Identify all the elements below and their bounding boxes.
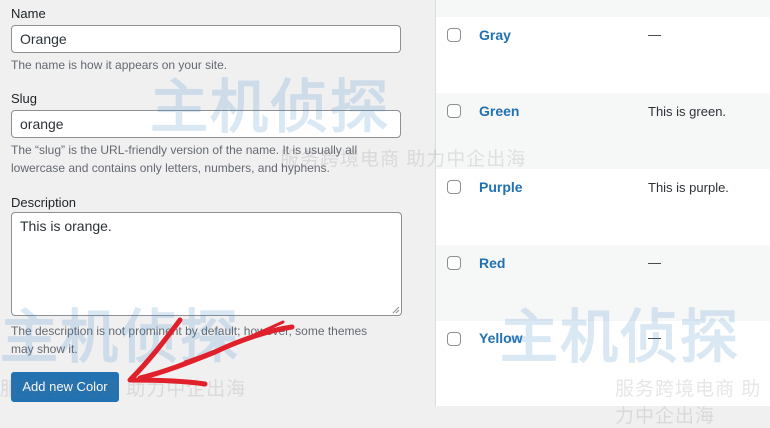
slug-label: Slug: [11, 91, 38, 106]
slug-help-text: The “slug” is the URL-friendly version o…: [11, 143, 358, 175]
description-help-text: The description is not prominent by defa…: [11, 324, 368, 356]
resize-grip-icon[interactable]: [392, 306, 400, 314]
description-label: Description: [11, 195, 77, 210]
slug-input[interactable]: [11, 110, 401, 138]
term-name-link[interactable]: Green: [479, 103, 519, 119]
table-row: Purple This is purple.: [436, 169, 770, 245]
term-description: This is green.: [648, 104, 727, 119]
table-row: Red —: [436, 245, 770, 321]
description-textarea[interactable]: This is orange.: [11, 212, 402, 316]
add-term-form: Name The name is how it appears on your …: [0, 0, 435, 406]
table-row-top-spacer: [436, 0, 770, 17]
term-description: —: [648, 255, 661, 270]
table-row: Green This is green.: [436, 93, 770, 169]
term-name-link[interactable]: Yellow: [479, 330, 523, 346]
term-description: —: [648, 27, 661, 42]
table-row: Yellow —: [436, 321, 770, 406]
checkbox-icon[interactable]: [447, 104, 461, 118]
checkbox-icon[interactable]: [447, 28, 461, 42]
table-row: Gray —: [436, 17, 770, 93]
checkbox-icon[interactable]: [447, 256, 461, 270]
term-name-link[interactable]: Gray: [479, 27, 511, 43]
term-name-link[interactable]: Purple: [479, 179, 523, 195]
checkbox-icon[interactable]: [447, 180, 461, 194]
terms-table: Gray — Green This is green. Purple This …: [435, 0, 770, 406]
term-description: This is purple.: [648, 180, 729, 195]
name-help-text: The name is how it appears on your site.: [11, 58, 228, 72]
add-new-color-button[interactable]: Add new Color: [11, 372, 119, 402]
checkbox-icon[interactable]: [447, 332, 461, 346]
name-input[interactable]: [11, 25, 401, 53]
term-name-link[interactable]: Red: [479, 255, 505, 271]
name-label: Name: [11, 6, 46, 21]
term-description: —: [648, 330, 661, 345]
